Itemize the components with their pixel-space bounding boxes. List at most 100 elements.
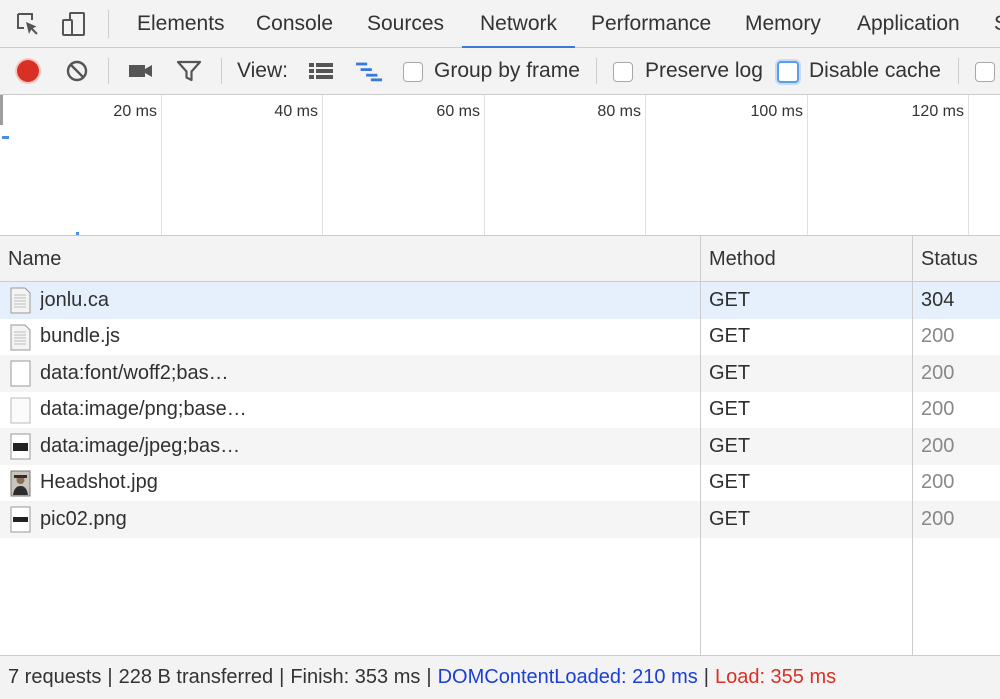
request-status: 200 [921,361,955,384]
table-row[interactable]: Headshot.jpg GET 200 [0,465,1000,502]
table-row[interactable]: pic02.png GET 200 [0,501,1000,538]
waterfall-view-button[interactable] [355,58,383,84]
tab-application[interactable]: Application [857,0,960,47]
column-header-name[interactable]: Name [0,236,700,282]
large-rows-view-button[interactable] [307,58,335,84]
toolbar-divider [108,10,109,38]
request-count: 7 requests [8,666,102,688]
toolbar-divider [108,58,109,84]
request-method: GET [709,434,751,457]
request-name: jonlu.ca [40,288,109,311]
request-status: 200 [921,471,955,494]
dom-content-loaded-time: DOMContentLoaded: 210 ms [437,666,698,688]
network-overview-timeline[interactable]: 20 ms 40 ms 60 ms 80 ms 100 ms 120 ms [0,95,1000,236]
summary-separator: | [107,666,113,688]
request-status: 200 [921,325,955,348]
tab-performance[interactable]: Performance [591,0,711,47]
blank-file-icon [10,360,31,387]
tab-network[interactable]: Network [462,0,575,48]
dark-image-icon [10,506,31,533]
table-row[interactable]: data:font/woff2;bas… GET 200 [0,355,1000,392]
summary-separator: | [279,666,285,688]
column-header-status[interactable]: Status [913,236,1000,282]
record-button[interactable] [14,58,42,84]
request-name: data:font/woff2;bas… [40,361,229,384]
filter-button[interactable] [175,58,203,84]
summary-separator: | [703,666,709,688]
preserve-log-checkbox[interactable] [613,62,633,82]
request-method: GET [709,288,751,311]
request-method: GET [709,325,751,348]
inspect-element-icon[interactable] [14,10,42,38]
column-header-method[interactable]: Method [701,236,912,282]
request-name: bundle.js [40,325,121,348]
table-row[interactable]: bundle.js GET 200 [0,319,1000,356]
group-by-frame-checkbox[interactable] [403,62,423,82]
clear-button[interactable] [63,58,91,84]
timeline-tick-label: 100 ms [750,103,803,120]
record-icon [17,60,39,82]
view-label: View: [237,59,288,82]
column-resizer[interactable] [912,236,913,655]
transferred-size: 228 B transferred [118,666,274,688]
toolbar-divider [221,58,222,84]
tab-memory[interactable]: Memory [745,0,821,47]
preserve-log-label[interactable]: Preserve log [645,48,763,94]
table-row[interactable]: data:image/jpeg;bas… GET 200 [0,428,1000,465]
clear-icon [66,60,88,82]
timeline-gridline [807,95,808,235]
waterfall-icon [355,62,383,82]
request-name: data:image/jpeg;bas… [40,434,241,457]
timeline-gridline [484,95,485,235]
request-name: Headshot.jpg [40,471,158,494]
timeline-gridline [645,95,646,235]
video-camera-icon [129,65,152,77]
timeline-tick-label: 60 ms [436,103,480,120]
script-file-icon [10,324,31,350]
request-status: 200 [921,507,955,530]
document-icon [10,287,31,314]
list-view-icon [309,63,333,79]
finish-time: Finish: 353 ms [290,666,421,688]
request-status: 200 [921,434,955,457]
tab-sources[interactable]: Sources [367,0,444,47]
timeline-tick-label: 80 ms [597,103,641,120]
request-status: 200 [921,398,955,421]
requests-table: Name Method Status jonlu.ca GET 304 bund… [0,236,1000,655]
tab-elements[interactable]: Elements [137,0,225,47]
overview-window-handle[interactable] [0,95,3,125]
disable-cache-checkbox[interactable] [777,61,799,83]
request-name: data:image/png;base… [40,398,247,421]
request-method: GET [709,471,751,494]
timeline-tick-label: 120 ms [911,103,964,120]
table-row[interactable]: jonlu.ca GET 304 [0,282,1000,319]
filter-icon [176,60,202,82]
summary-separator: | [426,666,432,688]
request-method: GET [709,507,751,530]
photo-thumbnail-icon [10,470,31,496]
request-status: 304 [921,288,955,311]
toolbar-divider [596,58,597,84]
capture-screenshots-button[interactable] [127,58,155,84]
blank-image-icon [10,397,31,423]
timeline-gridline [968,95,969,235]
request-method: GET [709,398,751,421]
timeline-tick-label: 40 ms [274,103,318,120]
column-resizer[interactable] [700,236,701,655]
request-name: pic02.png [40,507,127,530]
request-method: GET [709,361,751,384]
timeline-tick-label: 20 ms [113,103,157,120]
timeline-gridline [322,95,323,235]
table-header: Name Method Status [0,236,1000,282]
network-summary-bar: 7 requests | 228 B transferred | Finish:… [0,655,1000,699]
device-toolbar-icon[interactable] [60,10,88,38]
table-row[interactable]: data:image/png;base… GET 200 [0,392,1000,429]
tab-overflow[interactable]: S [994,0,1000,47]
timeline-gridline [161,95,162,235]
devtools-tab-bar: Elements Console Sources Network Perform… [0,0,1000,48]
group-by-frame-label[interactable]: Group by frame [434,48,580,94]
tab-console[interactable]: Console [256,0,333,47]
dark-image-icon [10,433,31,460]
disable-cache-label[interactable]: Disable cache [809,48,941,94]
offline-checkbox[interactable] [975,62,995,82]
